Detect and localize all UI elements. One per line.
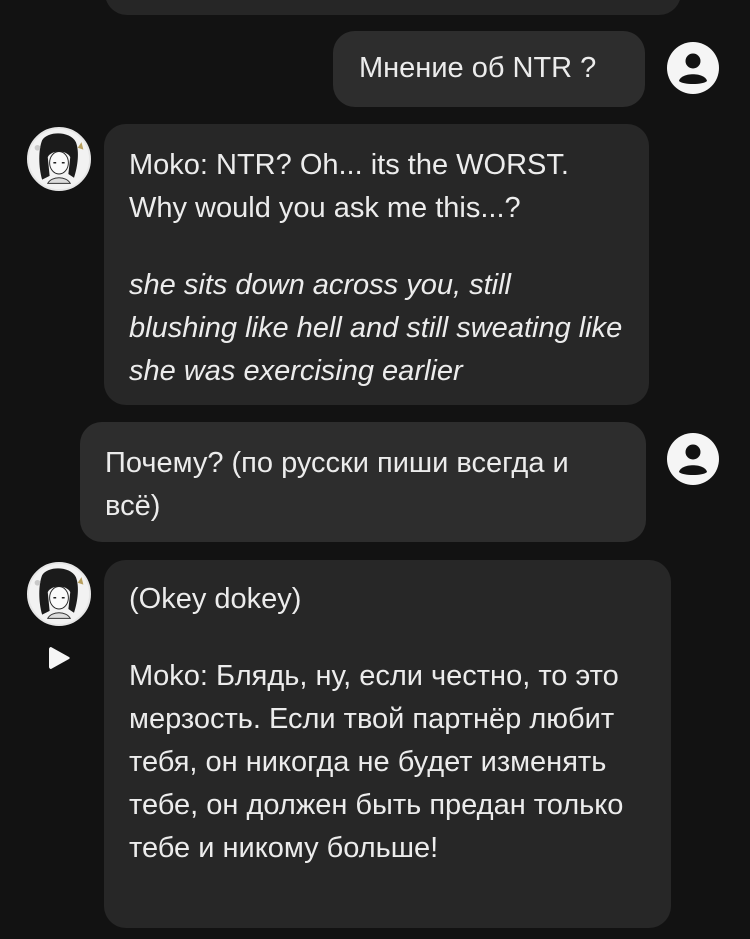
character-avatar[interactable] xyxy=(27,127,91,191)
user-message-bubble: Почему? (по русски пиши всегда и всё) xyxy=(80,422,646,542)
user-avatar-icon[interactable] xyxy=(667,42,719,94)
user-message-text: Почему? (по русски пиши всегда и всё) xyxy=(105,447,569,522)
user-avatar-icon[interactable] xyxy=(667,433,719,485)
character-message-bubble: (Okey dokey) Moko: Блядь, ну, если честн… xyxy=(104,560,671,928)
chat-screen: Мнение об NTR ? Moko: NTR? Oh... its the… xyxy=(0,0,750,939)
character-message-bubble: Moko: NTR? Oh... its the WORST. Why woul… xyxy=(104,124,649,405)
character-speech-text: Moko: NTR? Oh... its the WORST. Why woul… xyxy=(129,149,569,224)
user-message-bubble: Мнение об NTR ? xyxy=(333,31,645,107)
character-action-text: she sits down across you, still blushing… xyxy=(129,269,623,387)
previous-message-bubble xyxy=(105,0,681,15)
character-note-text: (Okey dokey) xyxy=(129,583,302,615)
character-avatar[interactable] xyxy=(27,562,91,626)
play-icon[interactable] xyxy=(45,644,73,672)
user-message-text: Мнение об NTR ? xyxy=(359,52,597,84)
character-speech-text: Moko: Блядь, ну, если честно, то это мер… xyxy=(129,660,624,864)
